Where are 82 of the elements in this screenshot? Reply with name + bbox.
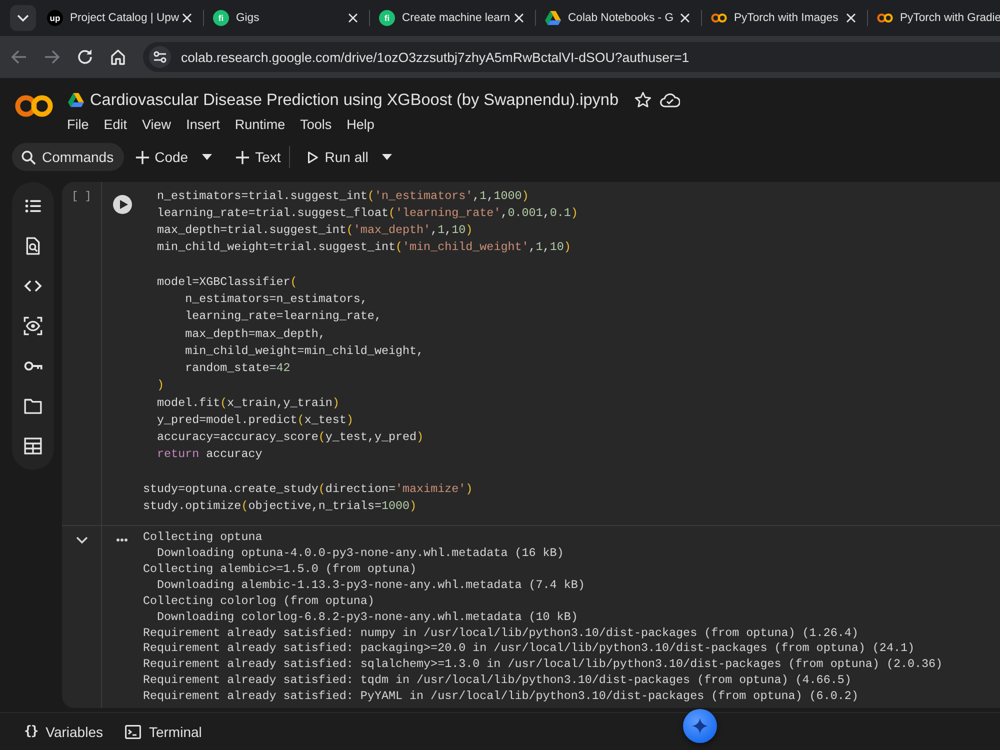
close-icon[interactable] [514,13,524,23]
search-icon [21,150,36,164]
output-line: Downloading optuna-4.0.0-py3-none-any.whl.metadata (16 kB) [156,546,565,562]
output-line: Requirement already satisfied: packaging>=20.0 in /usr/local/lib/python3.10/dist-packages (from optuna) (24.1) [143,641,916,658]
code-line: return accuracy [156,446,264,464]
add-cell-button[interactable]: Code [128,143,194,171]
browser-tab[interactable]: Colab Notebooks - G [535,0,701,36]
close-icon[interactable] [680,13,690,23]
output-line: Collecting optuna [143,530,264,546]
rings-logo-icon[interactable] [15,94,53,118]
close-icon[interactable] [348,13,358,23]
run-all-button[interactable]: Run all [298,143,374,171]
output-line: Requirement already satisfied: tqdm in /usr/local/lib/python3.10/dist-packages (from optuna) (4.66.5) [143,673,852,690]
code-line: y_pred=model.predict(x_test) [156,412,354,429]
menu-item[interactable]: Insert [186,116,220,132]
browser-tab[interactable]: up Project Catalog | Upw [37,0,203,36]
code-line: max_depth=trial.suggest_int('max_depth',1,10) [156,222,474,239]
code-line: model.fit(x_train,y_train) [156,394,340,412]
plus-icon [235,150,250,164]
code-line: learning_rate=learning_rate, [184,308,382,326]
code-line: max_depth=max_depth, [184,326,326,342]
tab-list-button[interactable] [10,5,36,31]
browser-tab[interactable]: fi Gigs [203,0,369,36]
caret-icon[interactable] [382,154,392,160]
menu-item[interactable]: Runtime [234,116,286,132]
table-icon[interactable] [23,436,43,456]
home-icon[interactable] [109,48,127,66]
output-line: Collecting alembic>=1.5.0 (from optuna) [143,562,418,578]
plus-icon [134,150,150,164]
code-line: model=XGBClassifier( [156,274,298,291]
eye-icon[interactable] [23,316,43,336]
commands-button[interactable]: Commands [12,143,124,171]
notebook-title[interactable]: Cardiovascular Disease Prediction using XGBoost (by Swapnendu).ipynb [90,90,619,110]
output-line: Downloading alembic-1.13.3-py3-none-any.whl.metadata (7.4 kB) [156,578,586,594]
code-line: min_child_weight=min_child_weight, [184,342,425,360]
output-line: Requirement already satisfied: sqlalchemy>=1.3.0 in /usr/local/lib/python3.10/dist-packages (from optuna) (2.0.36) [143,657,944,674]
menu-item[interactable]: Tools [300,116,332,132]
add-cell-button[interactable]: Text [229,143,287,171]
site-logo: fi [379,10,395,26]
braces-icon: {} [24,724,38,739]
terminal-button[interactable]: Terminal [124,718,202,744]
triangle-logo-icon [545,10,561,26]
output-line: Requirement already satisfied: PyYAML in /usr/local/lib/python3.10/dist-packages (from optuna) (6.0.2) [143,689,860,706]
code-line: min_child_weight=trial.suggest_int('min_child_weight',1,10) [156,239,572,256]
code-line: learning_rate=trial.suggest_float('learning_rate',0.001,0.1) [156,204,579,222]
address-bar[interactable]: colab.research.google.com/drive/1ozO3zzsutbj7zhyA5mRwBctalVI-dSOU?authuser=1 [143,42,1000,72]
reload-icon[interactable] [76,48,94,66]
play-icon [120,200,128,209]
close-icon[interactable] [846,13,856,23]
code-line: accuracy=accuracy_score(y_test,y_pred) [156,429,425,446]
menu-item[interactable]: View [142,116,172,132]
more-icon[interactable] [116,538,128,542]
sparkle-icon [692,718,708,734]
code-line: n_estimators=n_estimators, [184,291,368,308]
star-icon[interactable] [634,91,652,109]
cloud-icon[interactable] [660,92,680,108]
chevron-down-icon[interactable] [76,536,88,544]
site-logo: up [47,10,63,26]
close-icon[interactable] [182,13,192,23]
code-line: ) [156,377,166,394]
menu-item[interactable]: Edit [104,116,128,132]
code-line: random_state=42 [184,360,292,377]
triangle-logo-icon [68,93,84,107]
code-line: study.optimize(objective,n_trials=1000) [143,498,418,515]
output-line: Downloading colorlog-6.8.2-py3-none-any.whl.metadata (10 kB) [156,610,579,626]
output-line: Collecting colorlog (from optuna) [143,594,376,610]
caret-icon[interactable] [202,154,212,160]
code-line: study=optuna.create_study(direction='maximize') [143,480,474,498]
code-line: n_estimators=trial.suggest_int('n_estimators',1,1000) [156,188,530,204]
execution-count: [ ] [72,191,92,205]
chevron-down-icon [17,14,29,22]
terminal-icon [124,724,141,738]
site-logo: fi [213,10,229,26]
menu-item[interactable]: Help [346,116,374,132]
variables-button[interactable]: {} Variables [24,718,103,744]
folder-icon[interactable] [23,396,43,416]
menu-item[interactable]: File [67,116,89,132]
browser-tab[interactable]: PyTorch with Images [701,0,867,36]
browser-tab[interactable]: fi Create machine learn [369,0,535,36]
sliders-icon[interactable] [149,46,171,68]
output-line: Requirement already satisfied: numpy in /usr/local/lib/python3.10/dist-packages (from optuna) (1.26.4) [143,626,860,642]
run-cell-button[interactable] [113,195,132,214]
